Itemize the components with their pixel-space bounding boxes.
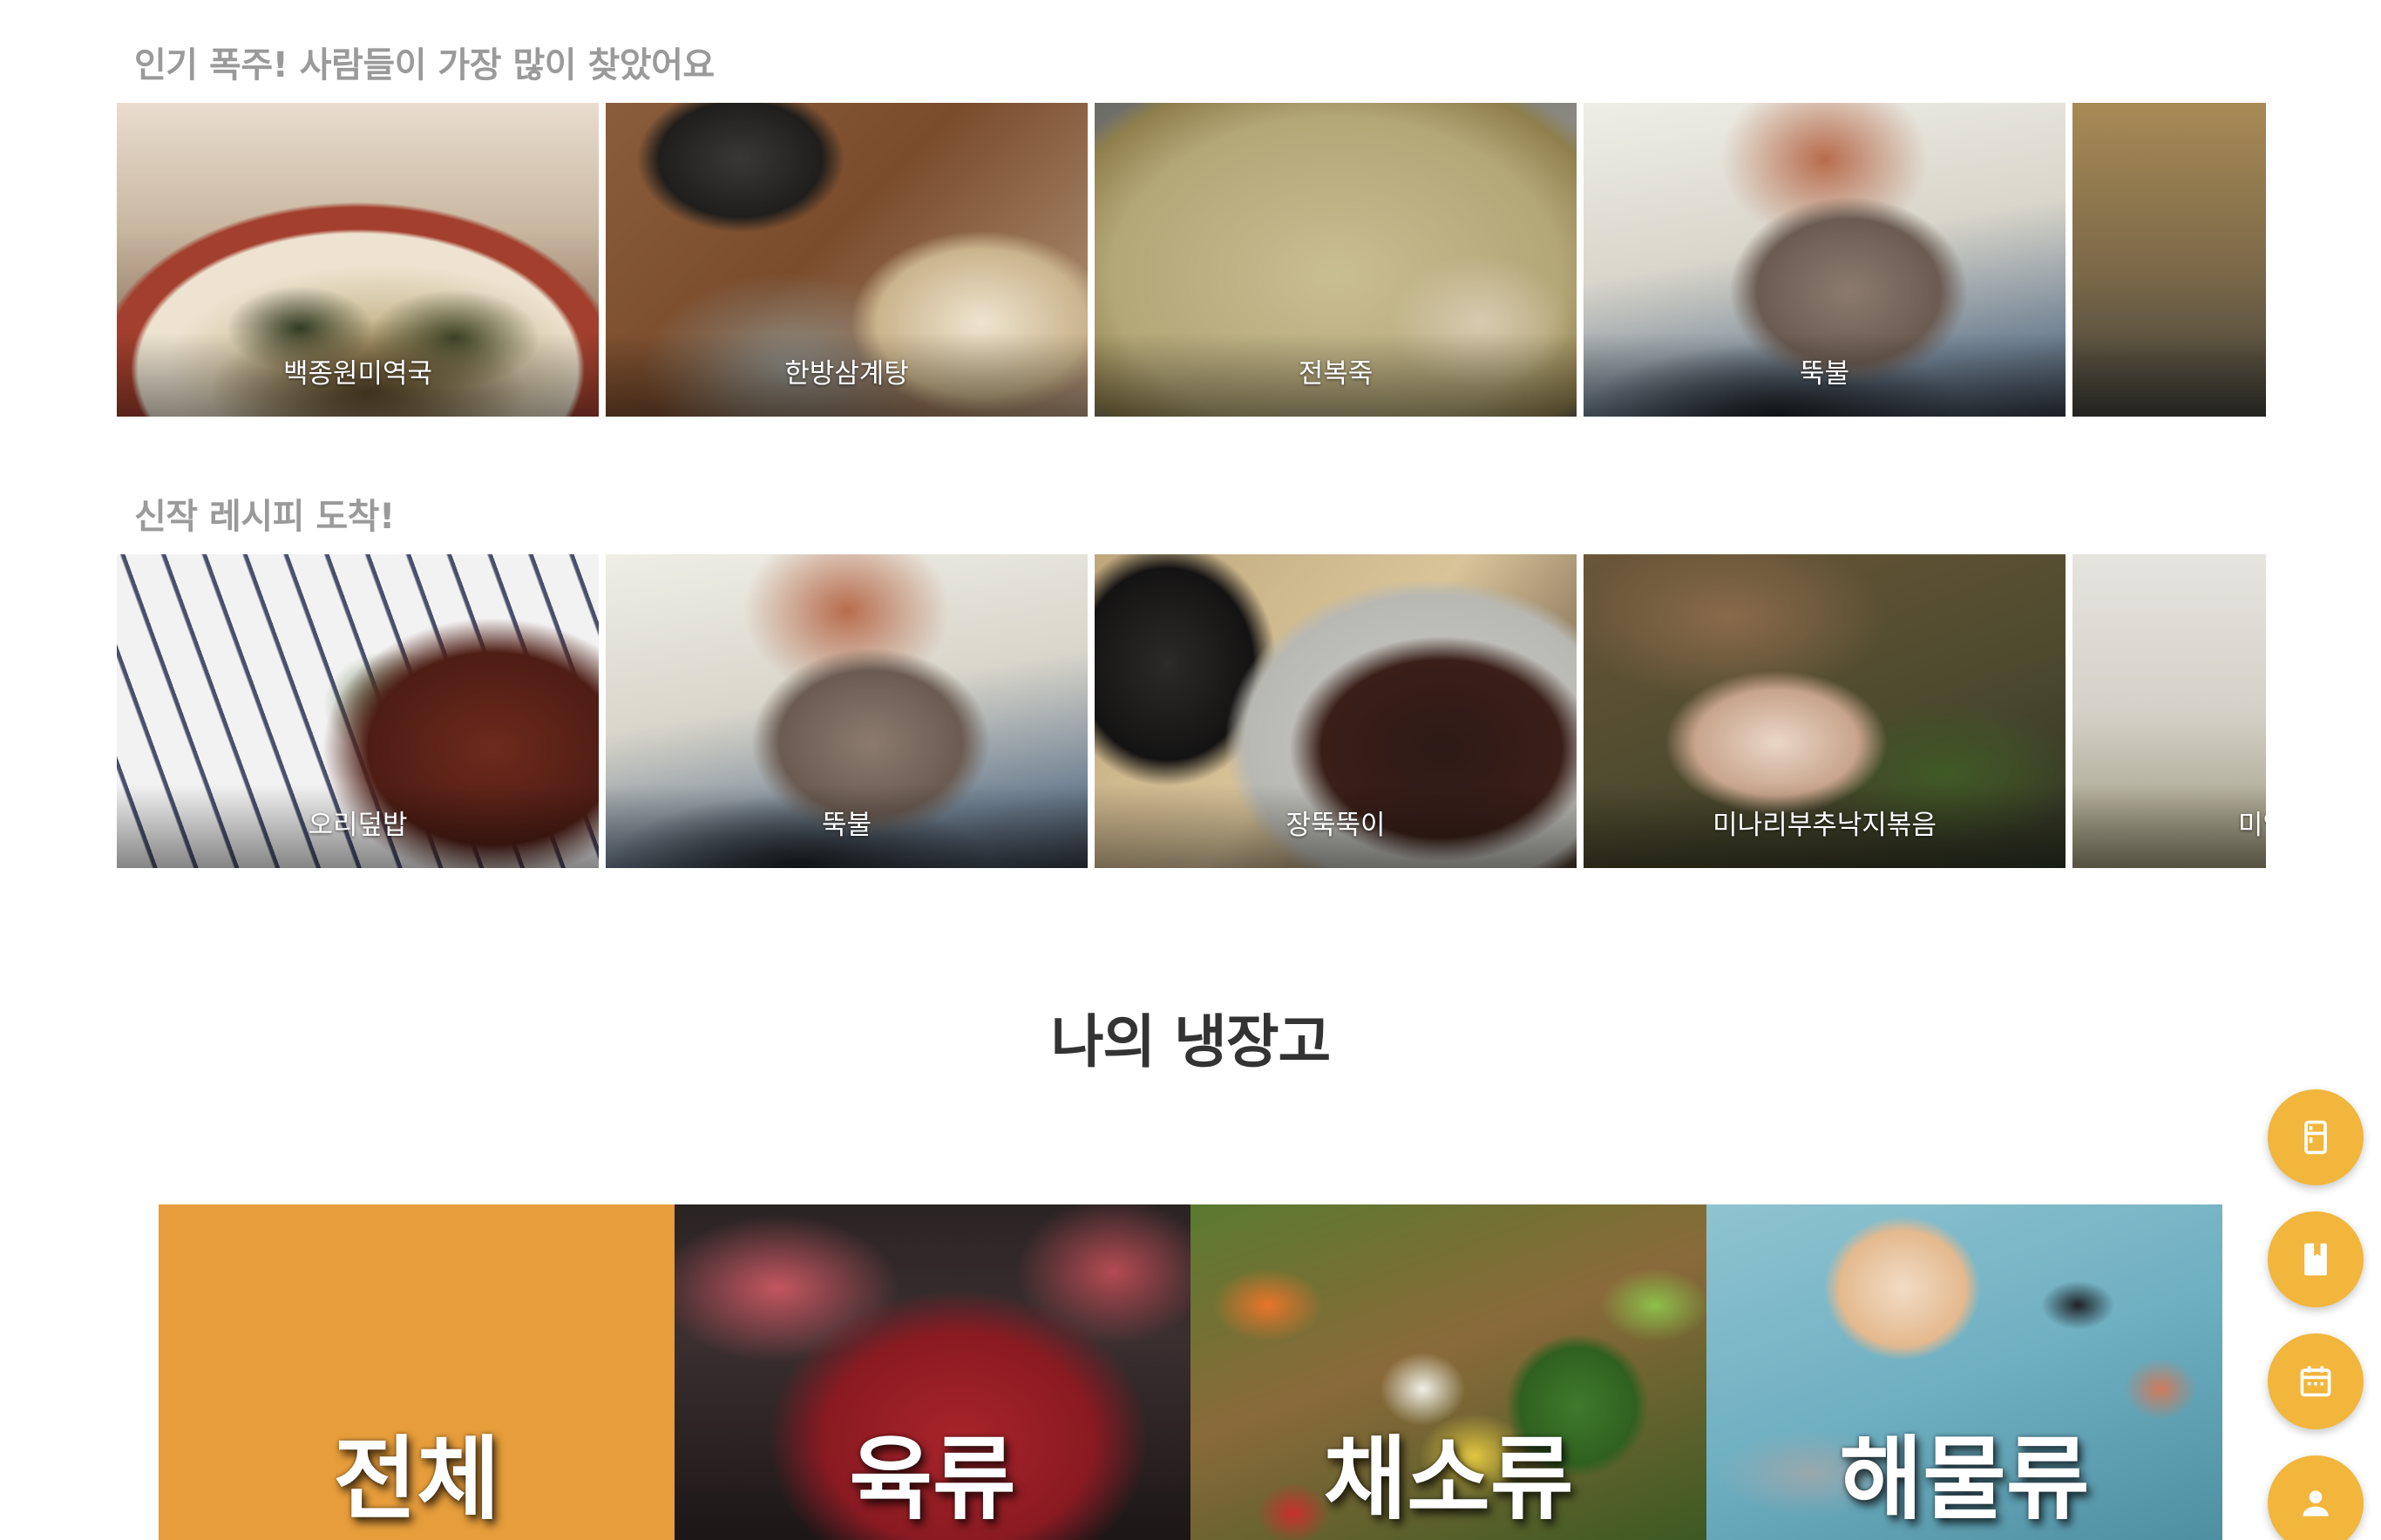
recipe-card[interactable]	[2072, 103, 2266, 417]
book-icon	[2304, 1243, 2327, 1276]
recipe-card-label: 백종원미역국	[282, 358, 433, 390]
recipe-card-label: 미역	[2238, 810, 2266, 841]
category-label: 육류	[849, 1426, 1016, 1532]
recipe-card-label: 전복죽	[1298, 358, 1374, 390]
recipe-card-label: 한방삼계탕	[784, 358, 909, 390]
calendar-fab-button[interactable]	[2268, 1333, 2364, 1429]
recipe-card-label: 오리덮밥	[308, 810, 408, 841]
new-recipe-carousel[interactable]: 오리덮밥 뚝불 장뚝뚝이 미나리부추낙지볶음 미역	[117, 554, 2266, 868]
profile-fab-button[interactable]	[2268, 1455, 2364, 1540]
recipe-card[interactable]: 백종원미역국	[117, 103, 599, 417]
recipe-card[interactable]: 한방삼계탕	[606, 103, 1088, 417]
recipe-card-label: 장뚝뚝이	[1285, 810, 1386, 841]
category-seafood[interactable]: 해물류	[1706, 1204, 2222, 1540]
category-all[interactable]: 전체	[159, 1204, 675, 1540]
recipe-card[interactable]: 오리덮밥	[117, 554, 599, 868]
recipe-card[interactable]: 장뚝뚝이	[1095, 554, 1577, 868]
recipe-card[interactable]: 전복죽	[1095, 103, 1577, 417]
category-meat[interactable]: 육류	[675, 1204, 1190, 1540]
person-icon	[2303, 1490, 2329, 1516]
popular-section-title: 인기 폭주! 사람들이 가장 많이 찾았어요	[134, 45, 715, 85]
category-label: 전체	[333, 1426, 500, 1532]
recipe-book-fab-button[interactable]	[2268, 1211, 2364, 1307]
calendar-icon	[2300, 1366, 2331, 1397]
category-label: 채소류	[1323, 1426, 1574, 1532]
category-vegetables[interactable]: 채소류	[1190, 1204, 1706, 1540]
recipe-card[interactable]: 미나리부추낙지볶음	[1584, 554, 2066, 868]
photo-shade	[2072, 333, 2266, 417]
category-label: 해물류	[1839, 1426, 2090, 1532]
recipe-card-label: 미나리부추낙지볶음	[1713, 810, 1937, 841]
photo-shade	[2072, 784, 2266, 868]
recipe-card[interactable]: 뚝불	[1584, 103, 2066, 417]
fridge-icon	[2304, 1120, 2327, 1155]
new-recipes-section-title: 신작 레시피 도착!	[134, 497, 395, 537]
recipe-card-label: 뚝불	[821, 810, 872, 841]
popular-recipe-carousel[interactable]: 백종원미역국 한방삼계탕 전복죽 뚝불	[117, 103, 2266, 417]
fridge-section-title: 나의 냉장고	[1050, 1008, 1332, 1075]
recipe-card[interactable]: 뚝불	[606, 554, 1088, 868]
fridge-fab-button[interactable]	[2268, 1089, 2364, 1185]
recipe-card-label: 뚝불	[1799, 358, 1850, 390]
recipe-card[interactable]: 미역	[2072, 554, 2266, 868]
